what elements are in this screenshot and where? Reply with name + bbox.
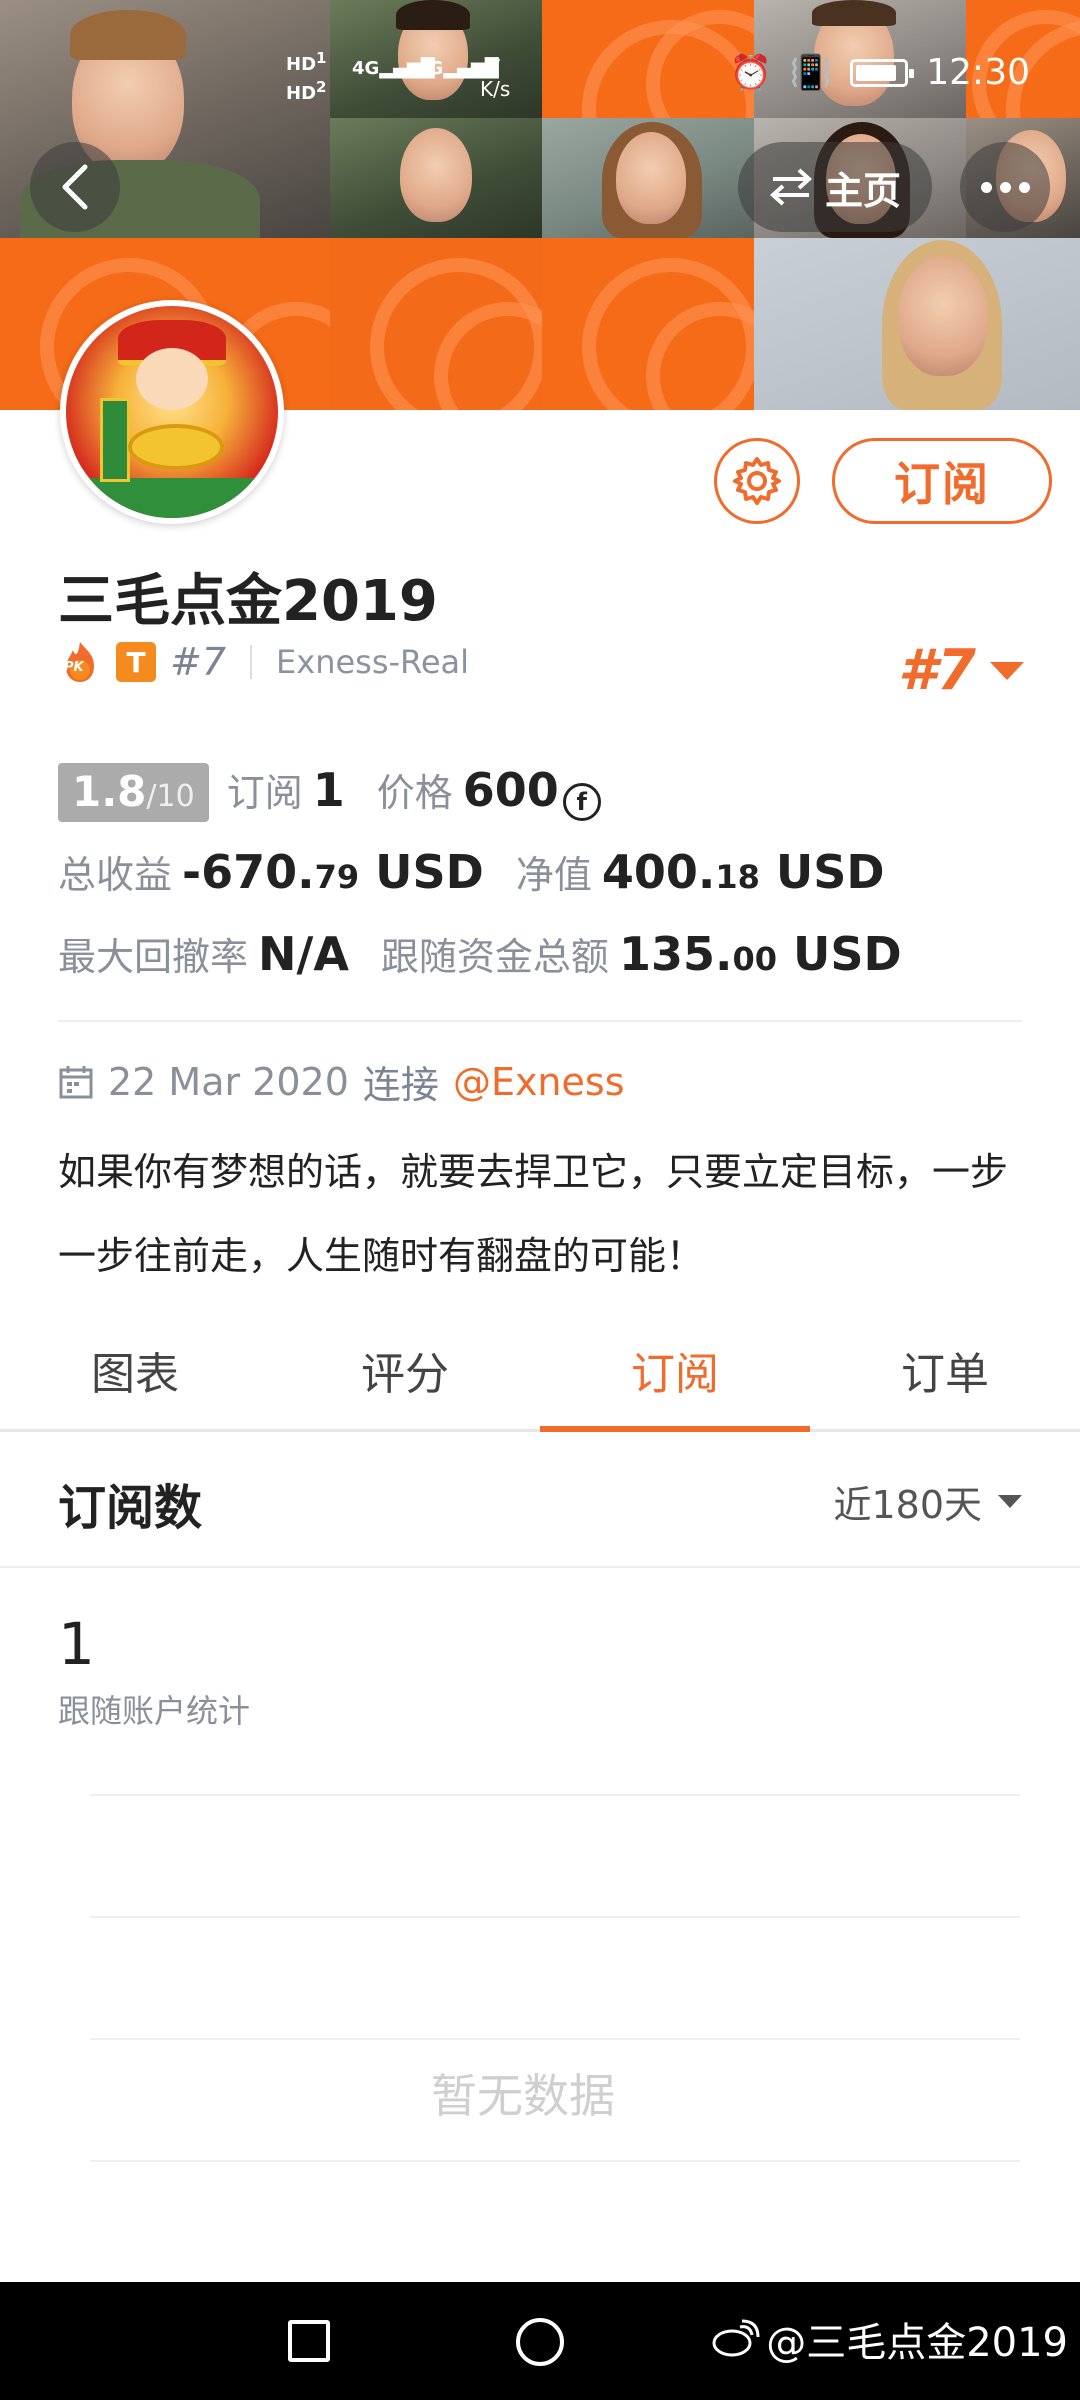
network-speed: 7 K/s	[480, 55, 511, 101]
profile-name: 三毛点金2019	[58, 569, 438, 634]
connect-date: 22 Mar 2020	[108, 1059, 349, 1104]
dot-icon	[1018, 181, 1030, 193]
settings-button[interactable]	[714, 438, 800, 524]
drawdown-value: N/A	[258, 927, 349, 981]
empty-state: 暂无数据	[431, 2069, 615, 2123]
rank-selector[interactable]: #7	[898, 638, 1024, 703]
alarm-icon: ⏰	[729, 52, 772, 93]
period-label: 近180天	[833, 1483, 982, 1527]
caret-down-icon	[998, 1495, 1022, 1508]
broker-account: Exness-Real	[276, 643, 470, 681]
cover-photo-5	[542, 118, 754, 238]
tab-orders[interactable]: 订单	[810, 1310, 1080, 1429]
total-profit-label: 总收益	[58, 853, 173, 897]
connection-info: 22 Mar 2020 连接 @Exness	[58, 1054, 625, 1109]
clock: 12:30	[926, 52, 1030, 93]
price-value: 600 f	[463, 763, 601, 821]
sim-indicators: HD1 HD2	[286, 49, 327, 105]
dot-icon	[980, 181, 992, 193]
rank-small: #7	[170, 640, 227, 684]
equity-value: 400.18 USD	[601, 845, 885, 899]
chart-gridline	[90, 2160, 1020, 2162]
dot-icon	[999, 181, 1011, 193]
coin-icon: f	[562, 783, 601, 821]
chart-gridline	[90, 1916, 1020, 1918]
section-header: 订阅数 近180天	[0, 1432, 1080, 1568]
cover-tile	[542, 0, 754, 118]
pk-flame-icon: PK	[58, 640, 102, 684]
cover-tile	[542, 238, 754, 410]
chevron-left-icon	[62, 164, 88, 210]
status-bar: ⏰ 📳 12:30	[730, 52, 1030, 93]
more-options-button[interactable]	[960, 142, 1050, 232]
swap-icon	[769, 168, 812, 206]
subscriber-count-label: 跟随账户统计	[58, 1692, 251, 1730]
system-nav-bar: @三毛点金2019	[0, 2282, 1080, 2400]
section-title: 订阅数	[58, 1480, 203, 1536]
calendar-icon	[59, 1065, 93, 1098]
connect-label: 连接	[362, 1063, 439, 1107]
cover-photo-8	[754, 238, 1080, 410]
drawdown-label: 最大回撤率	[58, 935, 249, 979]
trader-badge: T	[116, 642, 156, 682]
tab-subscribe[interactable]: 订阅	[540, 1310, 810, 1432]
broker-link[interactable]: @Exness	[453, 1060, 625, 1104]
home-button[interactable]: 主页	[738, 142, 932, 232]
chart-gridline	[90, 1794, 1020, 1796]
battery-icon	[850, 58, 915, 87]
watermark: @三毛点金2019	[710, 2310, 1068, 2368]
tab-rating[interactable]: 评分	[270, 1310, 540, 1429]
equity-label: 净值	[515, 853, 592, 897]
divider	[58, 1020, 1022, 1022]
price-label: 价格	[376, 771, 453, 815]
period-dropdown[interactable]: 近180天	[833, 1474, 1022, 1529]
vibrate-icon: 📳	[789, 52, 833, 93]
cover-tile	[330, 238, 542, 410]
divider	[250, 645, 253, 679]
follow-funds-label: 跟随资金总额	[380, 935, 609, 979]
subs-label: 订阅	[226, 771, 303, 815]
profile-meta: PK T #7 Exness-Real	[58, 640, 469, 684]
gear-icon	[733, 457, 781, 505]
avatar-image	[66, 306, 278, 518]
total-profit-value: -670.79 USD	[182, 845, 484, 899]
tab-chart[interactable]: 图表	[0, 1310, 270, 1429]
cover-photo-4	[330, 118, 542, 238]
stats-block: 1.8/10 订阅 1 价格 600 f 总收益 -670.79 USD 净值 4…	[58, 762, 1022, 1008]
home-label: 主页	[824, 168, 901, 213]
subs-value: 1	[312, 763, 345, 817]
subscribe-button[interactable]: 订阅	[832, 438, 1052, 524]
home-system-button[interactable]	[516, 2318, 564, 2366]
follow-funds-value: 135.00 USD	[618, 927, 902, 981]
caret-down-icon	[990, 661, 1024, 680]
chart-gridline	[90, 2038, 1020, 2040]
back-button[interactable]	[30, 142, 120, 232]
score-badge: 1.8/10	[58, 763, 209, 822]
tab-bar: 图表 评分 订阅 订单	[0, 1310, 1080, 1432]
subscriber-count: 1	[58, 1610, 95, 1678]
avatar[interactable]	[60, 300, 284, 524]
rank-big: #7	[898, 638, 976, 703]
profile-bio: 如果你有梦想的话，就要去捍卫它，只要立定目标，一步一步往前走，人生随时有翻盘的可…	[58, 1150, 1009, 1278]
weibo-logo-icon	[712, 2319, 760, 2357]
recent-apps-button[interactable]	[288, 2320, 330, 2362]
